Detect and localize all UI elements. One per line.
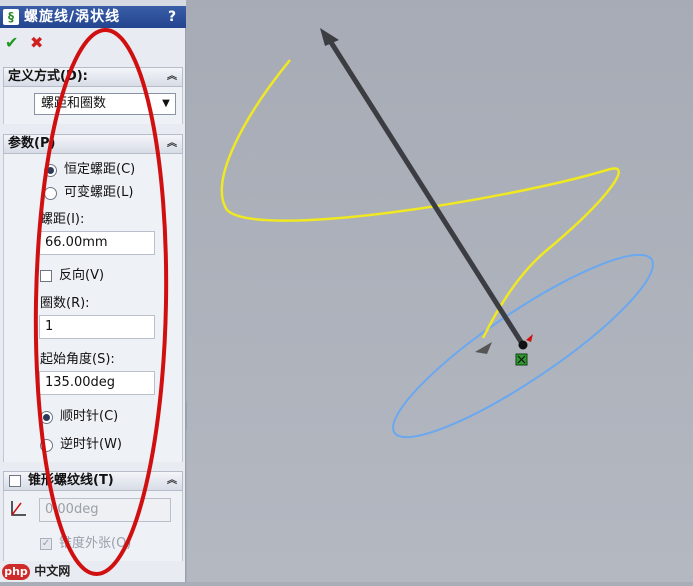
helix-feature-icon: § <box>3 9 19 25</box>
axis-arrowhead <box>320 28 339 46</box>
reverse-checkbox[interactable] <box>40 270 52 282</box>
property-manager-panel: § 螺旋线/涡状线 ? ✔ ✖ 定义方式(D): ︽ 螺距和圈数 ▼ 参数(P)… <box>0 0 186 582</box>
radio-constant-pitch-label: 恒定螺距(C) <box>64 162 136 177</box>
radio-dot-selected[interactable] <box>44 164 57 177</box>
dropdown-arrow-icon[interactable]: ▼ <box>157 94 175 114</box>
taper-angle-input[interactable]: 0.00deg <box>39 498 171 522</box>
help-button[interactable]: ? <box>164 6 180 28</box>
radio-counterclockwise-label: 逆时针(W) <box>60 437 122 452</box>
definition-select[interactable]: 螺距和圈数 ▼ <box>34 93 176 115</box>
definition-selected-value: 螺距和圈数 <box>41 96 107 111</box>
checkmark-icon: ✔ <box>5 33 19 52</box>
taper-angle-icon <box>11 501 26 516</box>
radio-clockwise-label: 顺时针(C) <box>60 409 119 424</box>
collapse-chevron-icon[interactable]: ︽ <box>167 135 177 153</box>
collapse-chevron-icon[interactable]: ︽ <box>167 68 177 86</box>
taper-section-header[interactable]: 锥形螺纹线(T) ︽ <box>3 471 183 491</box>
pitch-label: 螺距(I): <box>40 212 85 227</box>
axis-line <box>324 34 526 347</box>
reverse-label: 反向(V) <box>59 268 105 283</box>
collapse-chevron-icon[interactable]: ︽ <box>167 472 177 490</box>
start-point <box>518 340 528 350</box>
x-icon: ✖ <box>30 33 44 52</box>
parameters-section-header[interactable]: 参数(P) ︽ <box>3 134 183 154</box>
radio-clockwise[interactable]: 顺时针(C) <box>40 408 170 426</box>
revolutions-label: 圈数(R): <box>40 296 90 311</box>
radio-counterclockwise[interactable]: 逆时针(W) <box>40 436 170 454</box>
start-angle-label: 起始角度(S): <box>40 352 115 367</box>
taper-checkbox[interactable] <box>9 475 21 487</box>
php-logo: php <box>2 563 30 580</box>
cancel-button[interactable]: ✖ <box>30 35 46 51</box>
annotation-marker <box>526 334 533 342</box>
panel-title: 螺旋线/涡状线 <box>24 9 121 25</box>
helix-preview-drawing <box>220 28 654 439</box>
parameters-header-label: 参数(P) <box>8 136 56 151</box>
watermark-text: 中文网 <box>34 564 71 578</box>
taper-header-label: 锥形螺纹线(T) <box>28 473 114 488</box>
outward-label: 锥度外张(O) <box>59 536 132 551</box>
watermark: php 中文网 <box>2 562 70 580</box>
radio-variable-pitch-label: 可变螺距(L) <box>64 185 134 200</box>
radio-constant-pitch[interactable]: 恒定螺距(C) <box>44 161 174 179</box>
ok-button[interactable]: ✔ <box>5 35 21 51</box>
drag-handle-arrow <box>475 342 492 354</box>
radio-variable-pitch[interactable]: 可变螺距(L) <box>44 184 174 202</box>
helix-curve <box>220 59 620 339</box>
radio-dot[interactable] <box>44 187 57 200</box>
graphics-viewport[interactable] <box>187 0 693 582</box>
revolutions-input[interactable]: 1 <box>39 315 155 339</box>
pitch-input[interactable]: 66.00mm <box>39 231 155 255</box>
panel-titlebar: § 螺旋线/涡状线 ? <box>0 6 186 28</box>
radio-dot[interactable] <box>40 439 53 452</box>
definition-section-header[interactable]: 定义方式(D): ︽ <box>3 67 183 87</box>
outward-checkbox[interactable]: ✓ <box>40 538 52 550</box>
radio-dot-selected[interactable] <box>40 411 53 424</box>
start-angle-input[interactable]: 135.00deg <box>39 371 155 395</box>
definition-header-label: 定义方式(D): <box>8 69 88 84</box>
